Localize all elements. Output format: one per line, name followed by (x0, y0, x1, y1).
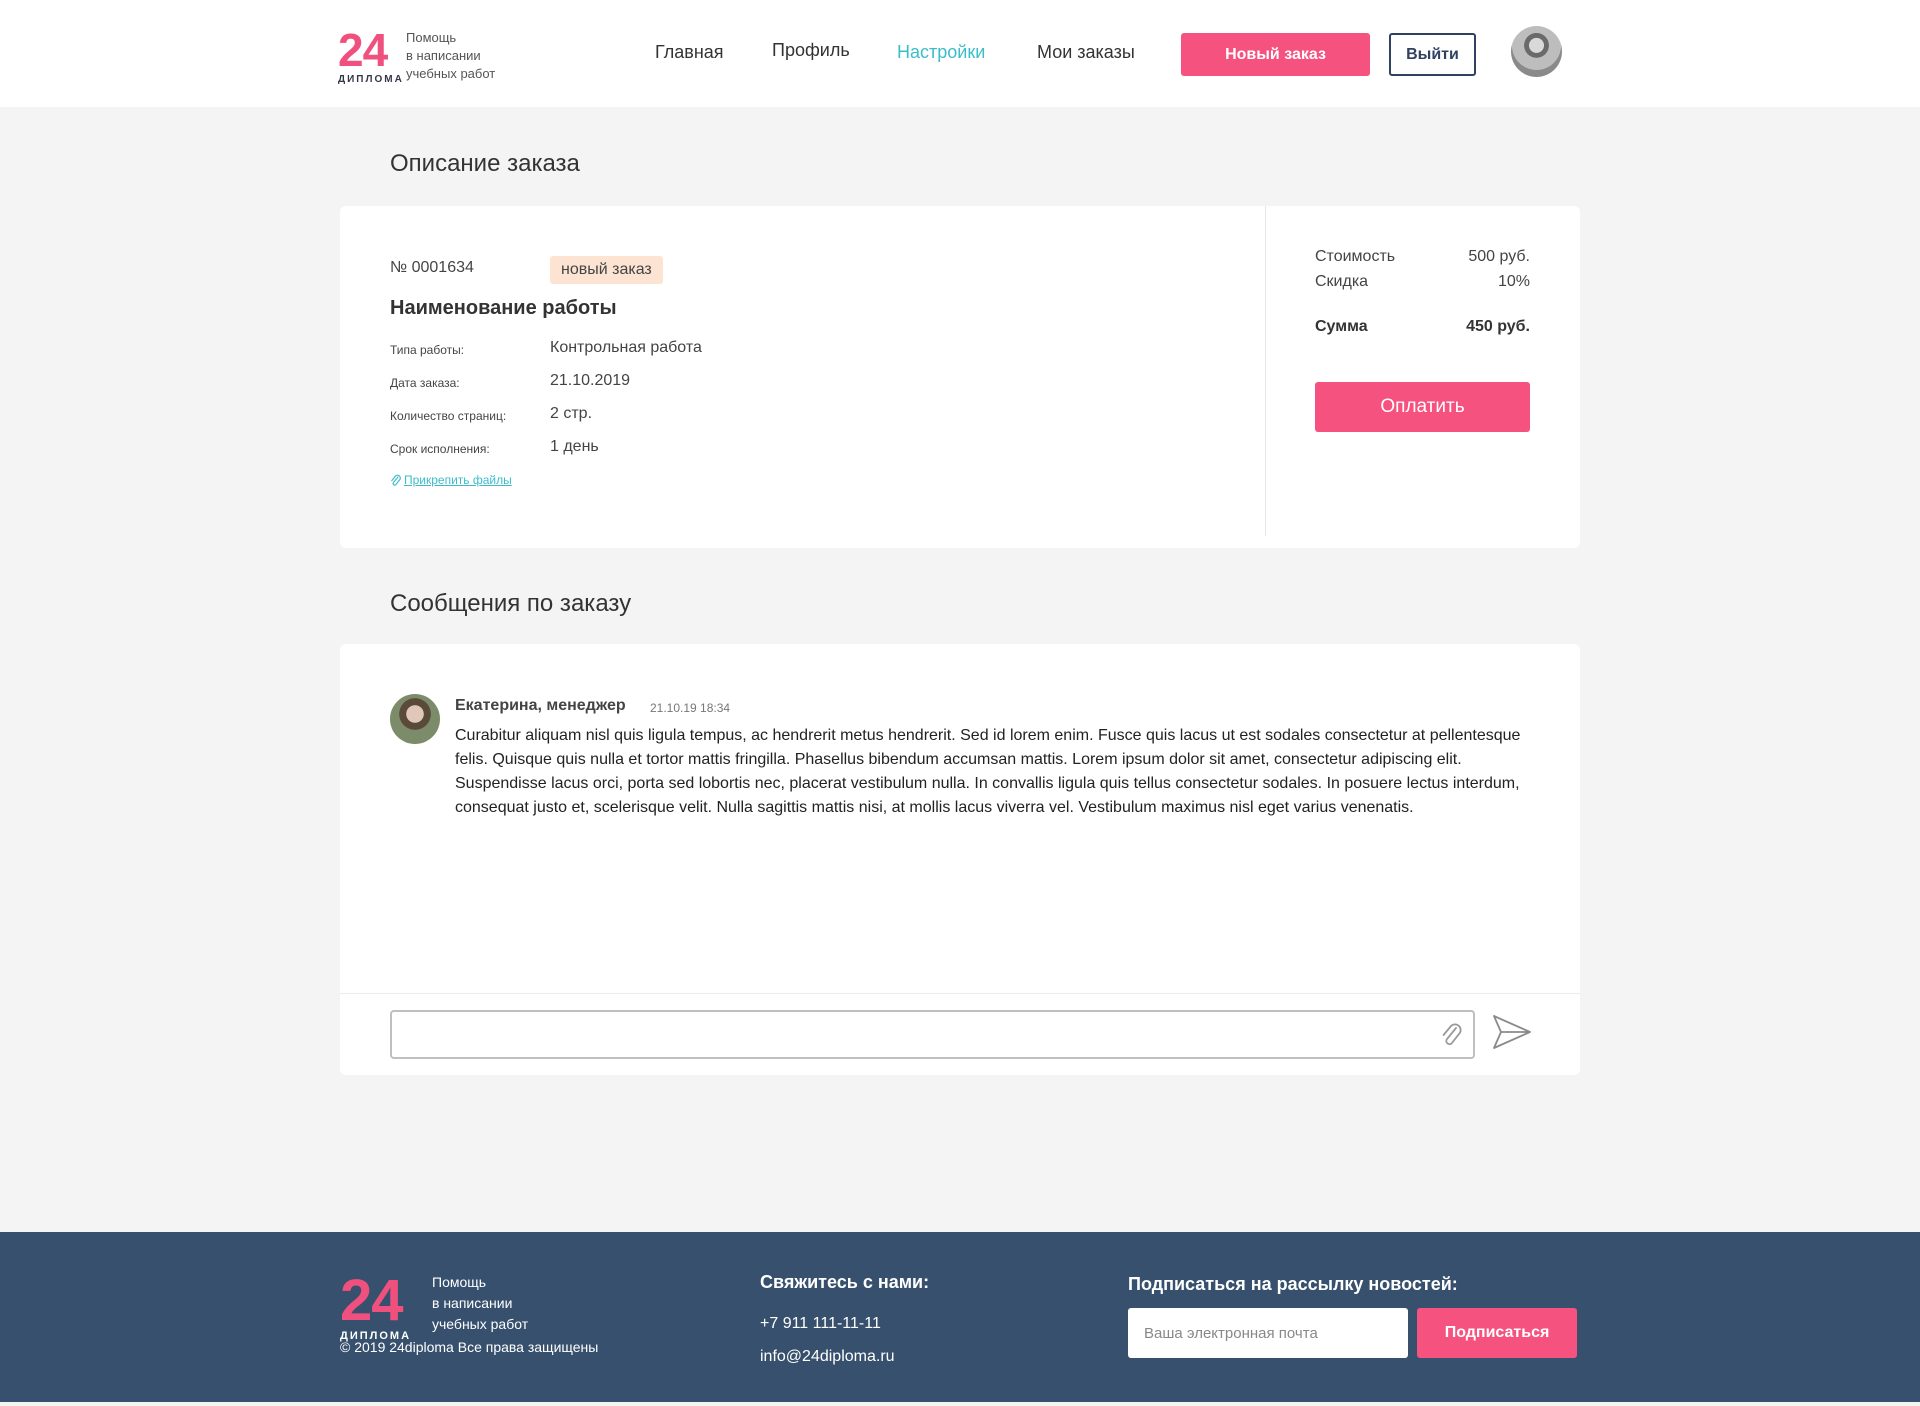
discount-label: Скидка (1315, 273, 1369, 290)
deadline-value: 1 день (550, 438, 599, 455)
cost-label: Стоимость (1315, 248, 1396, 265)
manager-avatar (390, 694, 440, 744)
price-discount-row: Скидка 10% (1315, 273, 1530, 291)
composer-divider (340, 993, 1580, 994)
price-cost-row: Стоимость 500 руб. (1315, 248, 1530, 266)
attach-files-link[interactable]: Прикрепить файлы (390, 473, 512, 487)
price-total-row: Сумма 450 руб. (1315, 318, 1530, 336)
footer-logo[interactable]: 24 ДИПЛОМА Помощь в написании учебных ра… (340, 1268, 528, 1343)
message-text: Curabitur aliquam nisl quis ligula tempu… (455, 727, 1521, 816)
nav-profile[interactable]: Профиль (772, 40, 850, 61)
total-label: Сумма (1315, 318, 1368, 335)
logo-mark: 24 ДИПЛОМА (338, 24, 404, 85)
status-badge: новый заказ (550, 256, 663, 284)
message-author: Екатерина, менеджер (455, 697, 626, 714)
logo-tagline: Помощь в написании учебных работ (432, 1272, 528, 1335)
contact-title: Свяжитесь с нами: (760, 1272, 930, 1292)
tagline-line: учебных работ (432, 1316, 529, 1332)
logo-tagline: Помощь в написании учебных работ (406, 29, 495, 84)
contact-email[interactable]: info@24diploma.ru (760, 1348, 895, 1366)
attach-icon[interactable] (1440, 1022, 1462, 1048)
subscribe-title: Подписаться на рассылку новостей: (1128, 1274, 1458, 1294)
nav-home[interactable]: Главная (655, 42, 724, 63)
order-date-label: Дата заказа: (390, 376, 460, 390)
pages-label: Количество страниц: (390, 409, 507, 423)
nav-my-orders[interactable]: Мои заказы (1037, 42, 1135, 63)
deadline-label: Срок исполнения: (390, 442, 490, 456)
order-date-value: 21.10.2019 (550, 372, 631, 389)
work-type-label: Типа работы: (390, 343, 465, 357)
header-logo[interactable]: 24 ДИПЛОМА Помощь в написании учебных ра… (338, 27, 495, 85)
card-divider (1265, 206, 1266, 536)
contact-phone[interactable]: +7 911 111-11-11 (760, 1315, 881, 1333)
tagline-line: учебных работ (406, 66, 496, 82)
work-title: Наименование работы (390, 297, 617, 319)
send-icon[interactable] (1492, 1014, 1532, 1050)
tagline-line: Помощь (432, 1274, 487, 1290)
copyright: © 2019 24diploma Все права защищены (340, 1339, 599, 1355)
paperclip-icon (391, 474, 401, 486)
nav-settings[interactable]: Настройки (897, 42, 985, 63)
logout-button[interactable]: Выйти (1389, 33, 1476, 76)
work-type-value: Контрольная работа (550, 339, 702, 356)
order-number: № 0001634 (390, 259, 474, 276)
message-input[interactable] (390, 1010, 1475, 1059)
message-timestamp: 21.10.19 18:34 (650, 701, 731, 715)
messages-card: Екатерина, менеджер 21.10.19 18:34 Curab… (340, 644, 1580, 1075)
logo-word: ДИПЛОМА (338, 74, 404, 85)
logo-number: 24 (338, 24, 388, 76)
logo-number: 24 (340, 1268, 404, 1333)
pay-button[interactable]: Оплатить (1315, 382, 1530, 432)
discount-value: 10% (1497, 273, 1530, 290)
site-footer: 24 ДИПЛОМА Помощь в написании учебных ра… (0, 1232, 1920, 1402)
site-header: 24 ДИПЛОМА Помощь в написании учебных ра… (0, 0, 1920, 107)
order-section-title: Описание заказа (390, 150, 580, 177)
cost-value: 500 руб. (1468, 248, 1530, 265)
attach-files-label: Прикрепить файлы (404, 473, 512, 487)
total-value: 450 руб. (1466, 318, 1530, 335)
user-avatar[interactable] (1511, 26, 1562, 77)
pages-value: 2 стр. (550, 405, 593, 422)
tagline-line: Помощь (406, 30, 457, 45)
messages-section-title: Сообщения по заказу (390, 590, 632, 617)
subscribe-email-input[interactable] (1128, 1308, 1408, 1358)
tagline-line: в написании (406, 48, 481, 64)
tagline-line: в написании (432, 1295, 513, 1311)
new-order-button[interactable]: Новый заказ (1181, 33, 1370, 76)
logo-mark: 24 ДИПЛОМА (340, 1268, 416, 1343)
subscribe-button[interactable]: Подписаться (1417, 1308, 1577, 1358)
order-card: № 0001634 новый заказ Наименование работ… (340, 206, 1580, 548)
